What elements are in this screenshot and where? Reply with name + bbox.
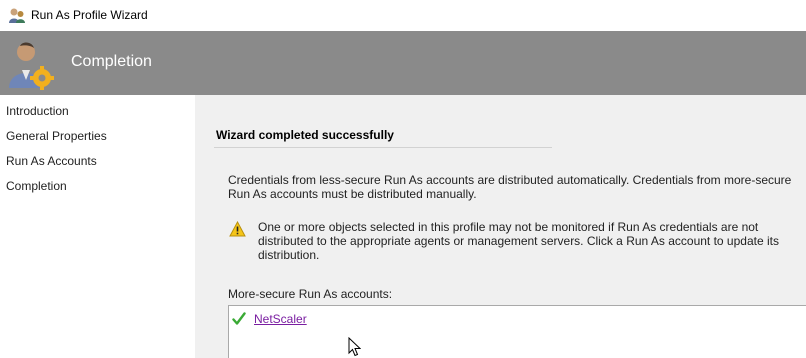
account-link-netscaler[interactable]: NetScaler — [254, 312, 307, 326]
check-icon — [232, 312, 246, 325]
user-gear-icon — [9, 42, 54, 90]
warning-text: One or more objects selected in this pro… — [258, 220, 779, 262]
window-title: Run As Profile Wizard — [31, 8, 148, 22]
title-bar: Run As Profile Wizard — [0, 0, 806, 31]
nav-item-run-as-accounts[interactable]: Run As Accounts — [6, 154, 97, 168]
accounts-list[interactable]: NetScaler — [228, 305, 806, 358]
wizard-header: Completion — [0, 31, 806, 95]
page-heading: Completion — [71, 53, 152, 70]
section-divider — [214, 147, 552, 148]
completion-panel: Wizard completed successfully Credential… — [195, 95, 806, 358]
nav-item-introduction[interactable]: Introduction — [6, 104, 69, 118]
mouse-cursor-icon — [348, 337, 361, 357]
nav-item-general-properties[interactable]: General Properties — [6, 129, 107, 143]
accounts-list-label: More-secure Run As accounts: — [228, 287, 393, 301]
run-as-profile-icon — [9, 8, 25, 23]
wizard-steps-nav: Introduction General Properties Run As A… — [0, 95, 195, 358]
nav-item-completion[interactable]: Completion — [6, 179, 67, 193]
section-title: Wizard completed successfully — [216, 128, 394, 142]
list-item[interactable]: NetScaler — [232, 310, 307, 328]
warning-icon — [229, 221, 246, 237]
info-text: Credentials from less-secure Run As acco… — [228, 173, 792, 201]
